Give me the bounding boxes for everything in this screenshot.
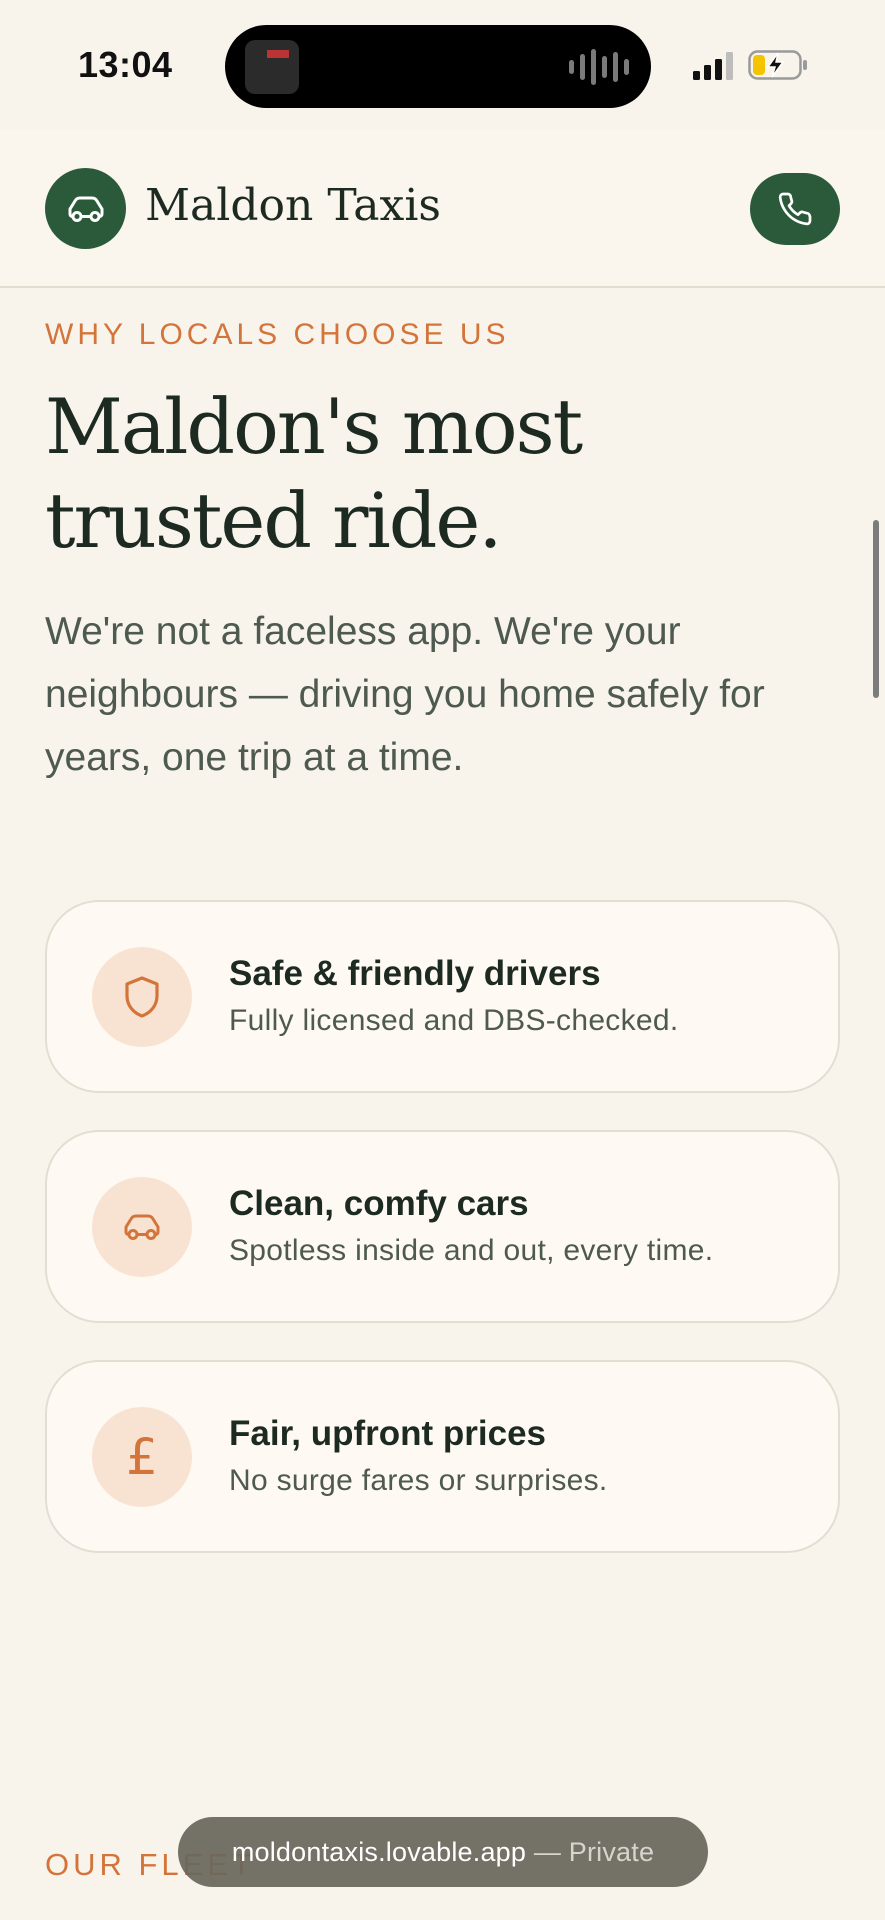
phone-icon (778, 192, 812, 226)
feature-card-clean-cars: Clean, comfy cars Spotless inside and ou… (45, 1130, 840, 1323)
feature-title: Clean, comfy cars (229, 1184, 529, 1223)
feature-title: Safe & friendly drivers (229, 954, 601, 993)
cellular-signal-icon (693, 52, 733, 80)
now-playing-artwork (245, 40, 299, 94)
section-lead: We're not a faceless app. We're your nei… (45, 610, 765, 779)
section-eyebrow: WHY LOCALS CHOOSE US (45, 318, 510, 351)
feature-icon-badge (92, 1177, 192, 1277)
feature-text: Spotless inside and out, every time. (229, 1234, 714, 1267)
feature-icon-badge: £ (92, 1407, 192, 1507)
page: 13:04 Maldon Taxis WHY LOCALS CHOOSE US … (0, 0, 885, 1920)
car-icon (68, 196, 103, 222)
site-header: Maldon Taxis (0, 130, 885, 288)
dynamic-island[interactable] (225, 25, 651, 108)
battery-charging-icon (748, 50, 807, 80)
feature-title: Fair, upfront prices (229, 1414, 546, 1453)
pound-icon: £ (126, 1428, 158, 1486)
browser-url-bar[interactable]: moldontaxis.lovable.app — Private (178, 1817, 708, 1887)
audio-waveform-icon (569, 47, 629, 87)
feature-text: No surge fares or surprises. (229, 1464, 608, 1497)
logo[interactable] (45, 168, 126, 249)
page-scrollbar[interactable] (873, 520, 879, 698)
feature-icon-badge (92, 947, 192, 1047)
feature-text: Fully licensed and DBS-checked. (229, 1004, 679, 1037)
call-button[interactable] (750, 173, 840, 245)
url-text: moldontaxis.lovable.app (231, 1836, 527, 1867)
private-mode-label: — Private (533, 1836, 655, 1867)
section-headline: Maldon's most trusted ride. (45, 382, 583, 565)
status-time: 13:04 (78, 44, 173, 85)
car-icon (124, 1214, 160, 1240)
shield-icon (125, 976, 159, 1018)
feature-card-safe-drivers: Safe & friendly drivers Fully licensed a… (45, 900, 840, 1093)
brand-name[interactable]: Maldon Taxis (145, 180, 441, 231)
status-bar: 13:04 (0, 0, 885, 130)
feature-card-fair-prices: £ Fair, upfront prices No surge fares or… (45, 1360, 840, 1553)
